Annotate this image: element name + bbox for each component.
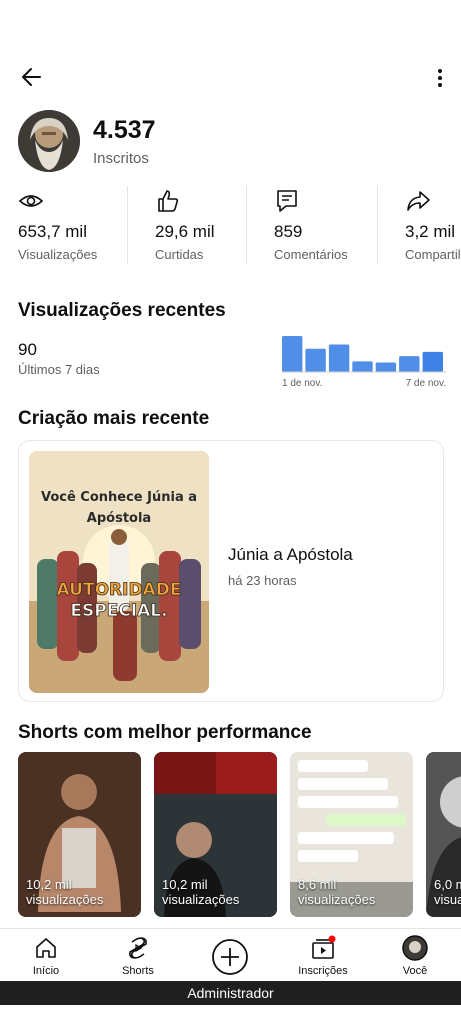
stats-row: 653,7 mil Visualizações 29,6 mil Curtida… (0, 186, 461, 266)
eye-icon (18, 195, 44, 207)
thumbs-up-icon (158, 190, 179, 212)
channel-header: 4.537 Inscritos (18, 110, 438, 174)
short-views-label: visualizações (162, 892, 240, 907)
short-card[interactable]: 10,2 mil visualizações (18, 752, 141, 917)
recent-views-count: 90 (18, 340, 37, 359)
stat-shares-label: Compartilhamentos (405, 247, 461, 262)
chart-bar (375, 362, 397, 372)
short-views-label: visualizações (298, 892, 376, 907)
comment-icon (277, 190, 297, 212)
share-icon (407, 191, 430, 211)
vertical-dots-icon (438, 69, 442, 87)
chart-bar (352, 361, 373, 372)
chart-bar (305, 348, 326, 372)
short-views: 10,2 mil visualizações (162, 877, 239, 907)
stat-comments-value: 859 (274, 222, 303, 241)
video-thumbnail[interactable]: Você Conhece Júnia a Apóstola AUTORIDADE… (29, 451, 209, 693)
divider (246, 186, 247, 264)
short-views-label: visualizações (434, 892, 461, 907)
stat-views-value: 653,7 mil (18, 222, 87, 241)
divider (127, 186, 128, 264)
stat-views-label: Visualizações (18, 247, 98, 262)
thumbnail-art: Você Conhece Júnia a Apóstola AUTORIDADE… (29, 451, 209, 693)
chart-bar (328, 344, 350, 372)
subscriber-count: 4.537 (93, 116, 156, 144)
short-views-value: 6,0 mil (434, 877, 461, 892)
recent-views-chart[interactable]: 1 de nov. 7 de nov. (282, 330, 446, 390)
profile-avatar-icon (402, 935, 428, 961)
short-card[interactable]: 6,0 milvisualizações (426, 752, 461, 917)
nav-you-label: Você (402, 965, 428, 977)
thumbnail-banner-2: ESPECIAL. (70, 601, 167, 621)
chart-bar (422, 351, 443, 372)
short-views-value: 8,6 mil (298, 877, 337, 892)
stat-comments-label: Comentários (274, 247, 348, 262)
notification-dot (328, 935, 336, 943)
bearded-figure-image (18, 110, 80, 172)
nav-you[interactable]: Você (375, 933, 455, 981)
thumbnail-heading-line: Você Conhece Júnia a (41, 490, 197, 505)
top-shorts-title: Shorts com melhor performance (18, 722, 312, 743)
bottom-navigation: Início Shorts Inscrições Você (0, 928, 461, 981)
chart-end-label: 7 de nov. (406, 378, 446, 389)
latest-video-card[interactable]: Você Conhece Júnia a Apóstola AUTORIDADE… (18, 440, 444, 702)
chart-start-label: 1 de nov. (282, 378, 322, 389)
short-views: 10,2 mil visualizações (26, 877, 103, 907)
latest-creation-title: Criação mais recente (18, 408, 210, 429)
video-title[interactable]: Júnia a Apóstola (228, 545, 353, 565)
short-views-label: visualizações (26, 892, 104, 907)
nav-create[interactable] (190, 933, 270, 981)
subscriptions-icon (312, 935, 336, 959)
thumbnail-heading-line: Apóstola (87, 511, 151, 526)
thumbnail-banner-1: AUTORIDADE (57, 580, 182, 600)
divider (377, 186, 378, 264)
nav-shorts[interactable]: Shorts (98, 933, 178, 981)
stat-shares-value: 3,2 mil (405, 222, 456, 241)
back-button[interactable] (16, 60, 48, 92)
shorts-carousel: 10,2 mil visualizações 10,2 mil visualizaç… (0, 752, 461, 918)
short-views: 8,6 mil visualizações (298, 877, 375, 907)
arrow-left-icon (22, 68, 41, 86)
recent-views-title: Visualizações recentes (18, 300, 226, 321)
admin-bar: Administrador (0, 981, 461, 1005)
home-icon (36, 938, 56, 958)
nav-subscriptions-label: Inscrições (298, 965, 348, 977)
plus-circle-icon (212, 939, 248, 975)
nav-home[interactable]: Início (6, 933, 86, 981)
recent-views-period: Últimos 7 dias (18, 362, 100, 377)
subscriber-label: Inscritos (93, 150, 149, 167)
shorts-icon (129, 937, 147, 959)
top-bar (0, 56, 461, 96)
short-views: 6,0 milvisualizações (434, 877, 461, 907)
chart-bar (282, 336, 303, 372)
chart-bar (399, 356, 420, 372)
short-card[interactable]: 10,2 mil visualizações (154, 752, 277, 917)
short-card[interactable]: 8,6 mil visualizações (290, 752, 413, 917)
stat-likes-value: 29,6 mil (155, 222, 215, 241)
channel-avatar[interactable] (18, 110, 80, 172)
more-options-button[interactable] (433, 60, 447, 92)
short-views-value: 10,2 mil (26, 877, 72, 892)
nav-subscriptions[interactable]: Inscrições (283, 933, 363, 981)
nav-home-label: Início (32, 965, 60, 977)
nav-shorts-label: Shorts (122, 965, 154, 977)
video-publish-time: há 23 horas (228, 573, 297, 588)
short-views-value: 10,2 mil (162, 877, 208, 892)
stat-likes-label: Curtidas (155, 247, 204, 262)
